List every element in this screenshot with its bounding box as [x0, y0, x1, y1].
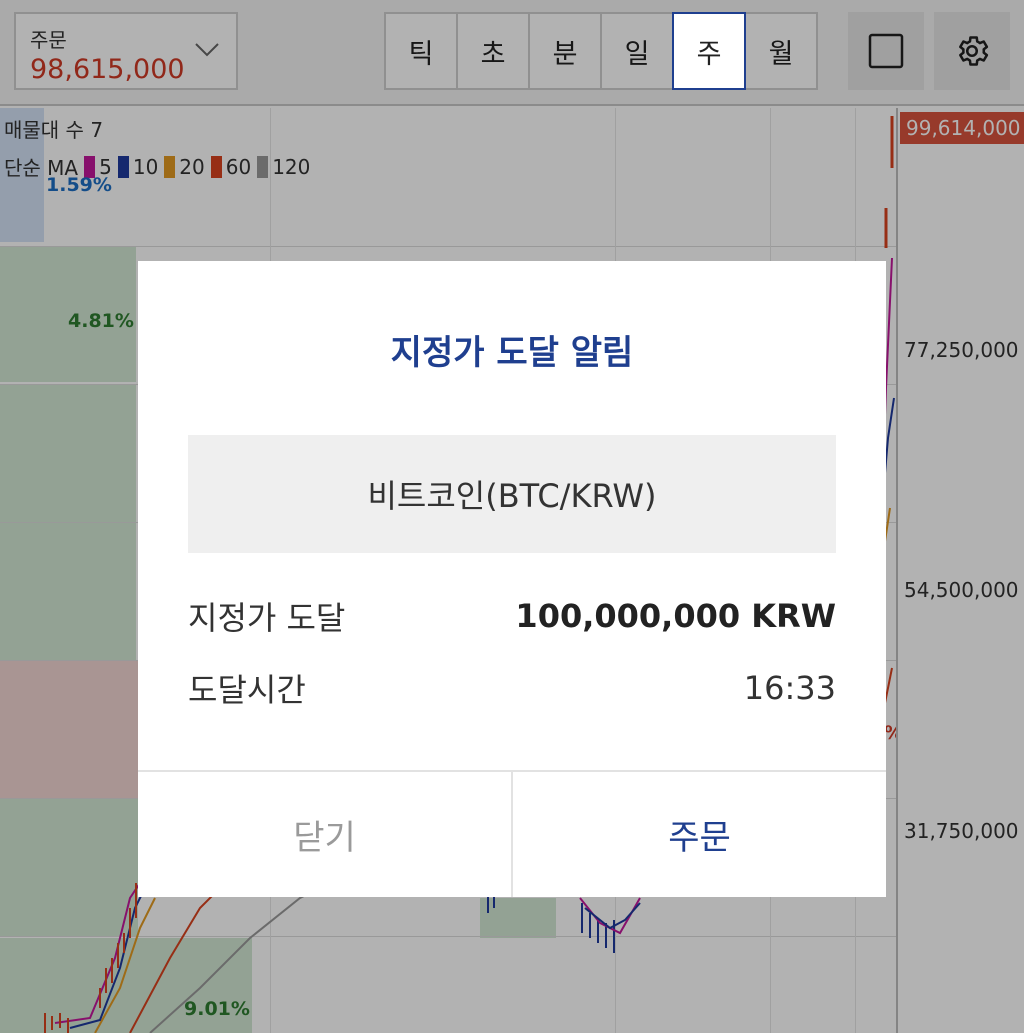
dialog-footer: 닫기 주문 [138, 770, 886, 897]
order-button[interactable]: 주문 [513, 772, 886, 897]
reached-time-row: 도달시간 16:33 [188, 665, 836, 711]
target-price-label: 지정가 도달 [188, 599, 346, 637]
asset-name: 비트코인(BTC/KRW) [188, 435, 836, 553]
price-alert-dialog: 지정가 도달 알림 비트코인(BTC/KRW) 지정가 도달 100,000,0… [138, 261, 886, 897]
reached-time-label: 도달시간 [188, 671, 306, 709]
reached-time-value: 16:33 [743, 669, 836, 707]
tab-week[interactable]: 주 [672, 12, 746, 90]
target-price-row: 지정가 도달 100,000,000 KRW [188, 593, 836, 639]
dialog-title: 지정가 도달 알림 [390, 333, 634, 373]
target-price-value: 100,000,000 KRW [515, 597, 836, 635]
close-button[interactable]: 닫기 [138, 772, 513, 897]
